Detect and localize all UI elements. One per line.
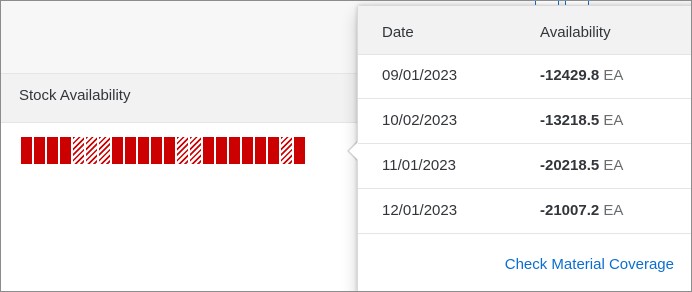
chart-segment-solid [151, 137, 162, 164]
availability-popover: Date Availability 09/01/2023 -12429.8 EA… [357, 5, 691, 291]
chart-segment-solid [294, 137, 305, 164]
chart-segment-solid [203, 137, 214, 164]
chart-segment-solid [47, 137, 58, 164]
availability-unit: EA [603, 112, 624, 129]
check-material-coverage-link[interactable]: Check Material Coverage [505, 256, 674, 273]
chart-segment-solid [255, 137, 266, 164]
chart-segment-solid [112, 137, 123, 164]
availability-value: -20218.5 [540, 157, 600, 174]
table-row: 10/02/2023 -13218.5 EA [358, 99, 691, 144]
chart-segment-hatched [99, 137, 110, 164]
availability-column-header: Availability [540, 24, 611, 41]
popover-arrow-inner [349, 142, 358, 160]
chart-segment-solid [138, 137, 149, 164]
table-row: 11/01/2023 -20218.5 EA [358, 144, 691, 189]
chart-segment-hatched [86, 137, 97, 164]
availability-cell: -12429.8 EA [540, 67, 623, 84]
table-row: 09/01/2023 -12429.8 EA [358, 54, 691, 99]
popover-table-header: Date Availability [358, 6, 691, 55]
availability-cell: -20218.5 EA [540, 157, 623, 174]
date-cell: 09/01/2023 [382, 67, 458, 84]
chart-segment-solid [60, 137, 71, 164]
stock-availability-column-header[interactable]: Stock Availability [19, 87, 130, 104]
date-column-header: Date [382, 24, 414, 41]
chart-segment-solid [125, 137, 136, 164]
availability-value: -12429.8 [540, 67, 600, 84]
availability-unit: EA [603, 202, 624, 219]
availability-unit: EA [603, 67, 624, 84]
chart-segment-solid [242, 137, 253, 164]
app-window: Stock Availability Date Availability 09/… [0, 0, 692, 292]
availability-value: -13218.5 [540, 112, 600, 129]
chart-segment-solid [229, 137, 240, 164]
date-cell: 12/01/2023 [382, 202, 458, 219]
date-cell: 10/02/2023 [382, 112, 458, 129]
chart-segment-hatched [281, 137, 292, 164]
chart-segment-hatched [177, 137, 188, 164]
chart-segment-solid [164, 137, 175, 164]
date-cell: 11/01/2023 [382, 157, 456, 174]
availability-cell: -13218.5 EA [540, 112, 623, 129]
chart-segment-solid [34, 137, 45, 164]
chart-segment-solid [21, 137, 32, 164]
stock-availability-micro-chart[interactable] [21, 137, 305, 164]
chart-segment-hatched [190, 137, 201, 164]
availability-cell: -21007.2 EA [540, 202, 623, 219]
availability-value: -21007.2 [540, 202, 600, 219]
chart-segment-hatched [73, 137, 84, 164]
availability-unit: EA [603, 157, 624, 174]
chart-segment-solid [216, 137, 227, 164]
table-row: 12/01/2023 -21007.2 EA [358, 189, 691, 234]
chart-segment-solid [268, 137, 279, 164]
